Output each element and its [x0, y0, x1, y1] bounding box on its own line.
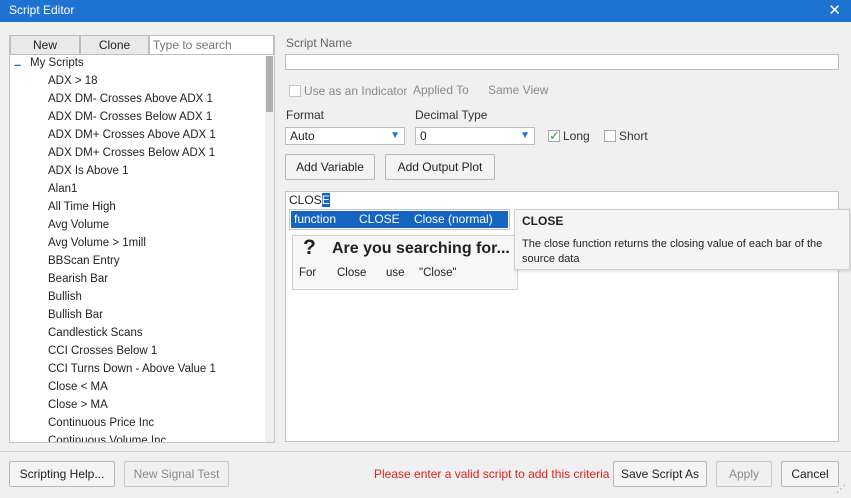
tree-item-script[interactable]: BBScan Entry: [48, 255, 120, 267]
tree-item-script[interactable]: Avg Volume: [48, 219, 109, 231]
searching-word-quoted-close[interactable]: "Close": [419, 267, 457, 279]
editor-text: CLOS: [289, 193, 322, 207]
new-button[interactable]: New: [10, 35, 80, 55]
collapse-icon[interactable]: –: [14, 57, 21, 72]
tree-root-label[interactable]: My Scripts: [30, 57, 84, 69]
tree-item-script[interactable]: Close > MA: [48, 399, 108, 411]
function-tooltip: CLOSE The close function returns the clo…: [514, 209, 850, 270]
searching-title: Are you searching for...: [332, 240, 510, 257]
tree-item-script[interactable]: Alan1: [48, 183, 77, 195]
format-value: Auto: [290, 129, 315, 143]
cancel-button[interactable]: Cancel: [781, 461, 839, 487]
tree-item-script[interactable]: ADX Is Above 1: [48, 165, 129, 177]
editor-selection: E: [321, 193, 330, 207]
script-tree: – My Scripts ADX > 18 ADX DM- Crosses Abo…: [10, 56, 266, 442]
save-script-as-button[interactable]: Save Script As: [613, 461, 707, 487]
error-message: Please enter a valid script to add this …: [374, 467, 610, 481]
long-label: Long: [563, 129, 590, 143]
tooltip-title: CLOSE: [522, 214, 564, 228]
tree-item-script[interactable]: ADX > 18: [48, 75, 98, 87]
new-signal-test-button[interactable]: New Signal Test: [124, 461, 229, 487]
short-checkbox[interactable]: [604, 130, 616, 142]
tree-item-script[interactable]: Close < MA: [48, 381, 108, 393]
autocomplete-item[interactable]: function CLOSE Close (normal): [291, 211, 508, 228]
format-label: Format: [286, 108, 325, 122]
applied-to-label: Applied To: [413, 83, 469, 97]
tree-item-script[interactable]: ADX DM- Crosses Below ADX 1: [48, 111, 212, 123]
tree-item-script[interactable]: CCI Crosses Below 1: [48, 345, 157, 357]
clone-button[interactable]: Clone: [80, 35, 149, 55]
question-icon: ?: [303, 236, 316, 259]
use-indicator-checkbox[interactable]: [289, 85, 301, 97]
script-name-label: Script Name: [286, 36, 353, 50]
tree-item-script[interactable]: ADX DM+ Crosses Above ADX 1: [48, 129, 216, 141]
tree-item-script[interactable]: Bullish: [48, 291, 82, 303]
title-bar: Script Editor ✕: [0, 0, 851, 22]
footer-divider: [0, 451, 851, 452]
use-indicator-label: Use as an Indicator: [304, 84, 408, 98]
scrollbar[interactable]: [265, 56, 274, 442]
searching-popup: ? Are you searching for... For Close use…: [292, 235, 518, 290]
tooltip-body: The close function returns the closing v…: [522, 238, 823, 265]
searching-word-for: For: [299, 267, 317, 279]
tree-item-script[interactable]: Continuous Price Inc: [48, 417, 154, 429]
tree-item-script[interactable]: ADX DM+ Crosses Below ADX 1: [48, 147, 215, 159]
autocomplete-popup: function CLOSE Close (normal): [289, 209, 510, 230]
add-output-plot-button[interactable]: Add Output Plot: [385, 154, 495, 180]
scrollbar-thumb[interactable]: [266, 56, 273, 112]
long-checkbox[interactable]: ✓: [548, 128, 560, 143]
add-variable-button[interactable]: Add Variable: [285, 154, 375, 180]
tree-item-script[interactable]: All Time High: [48, 201, 116, 213]
tree-item-script[interactable]: ADX DM- Crosses Above ADX 1: [48, 93, 213, 105]
tree-item-script[interactable]: Bearish Bar: [48, 273, 108, 285]
autocomplete-kind: function: [294, 212, 337, 226]
chevron-down-icon: ▼: [520, 130, 530, 141]
chevron-down-icon: ▼: [390, 130, 400, 141]
decimal-value: 0: [420, 129, 427, 143]
decimal-label: Decimal Type: [415, 108, 488, 122]
tree-item-script[interactable]: Avg Volume > 1mill: [48, 237, 146, 249]
short-label: Short: [619, 129, 648, 143]
window-title: Script Editor: [9, 3, 75, 17]
tree-item-script[interactable]: Bullish Bar: [48, 309, 103, 321]
format-select[interactable]: Auto ▼: [285, 127, 405, 145]
autocomplete-name: CLOSE: [359, 212, 400, 226]
tree-item-script[interactable]: Candlestick Scans: [48, 327, 143, 339]
searching-word-use: use: [386, 267, 405, 279]
close-icon[interactable]: ✕: [828, 1, 841, 21]
scripting-help-button[interactable]: Scripting Help...: [9, 461, 115, 487]
decimal-select[interactable]: 0 ▼: [415, 127, 535, 145]
resize-grip-icon[interactable]: ⋰: [836, 484, 848, 496]
applied-to-value: Same View: [488, 83, 549, 97]
check-icon: ✓: [549, 128, 560, 143]
search-input[interactable]: [149, 35, 274, 55]
editor-line: CLOSE: [289, 193, 330, 207]
script-name-field[interactable]: [285, 54, 839, 70]
autocomplete-detail: Close (normal): [414, 212, 493, 226]
tree-item-script[interactable]: Continuous Volume Inc: [48, 435, 166, 442]
searching-word-close[interactable]: Close: [337, 267, 366, 279]
apply-button[interactable]: Apply: [716, 461, 772, 487]
tree-item-script[interactable]: CCI Turns Down - Above Value 1: [48, 363, 216, 375]
